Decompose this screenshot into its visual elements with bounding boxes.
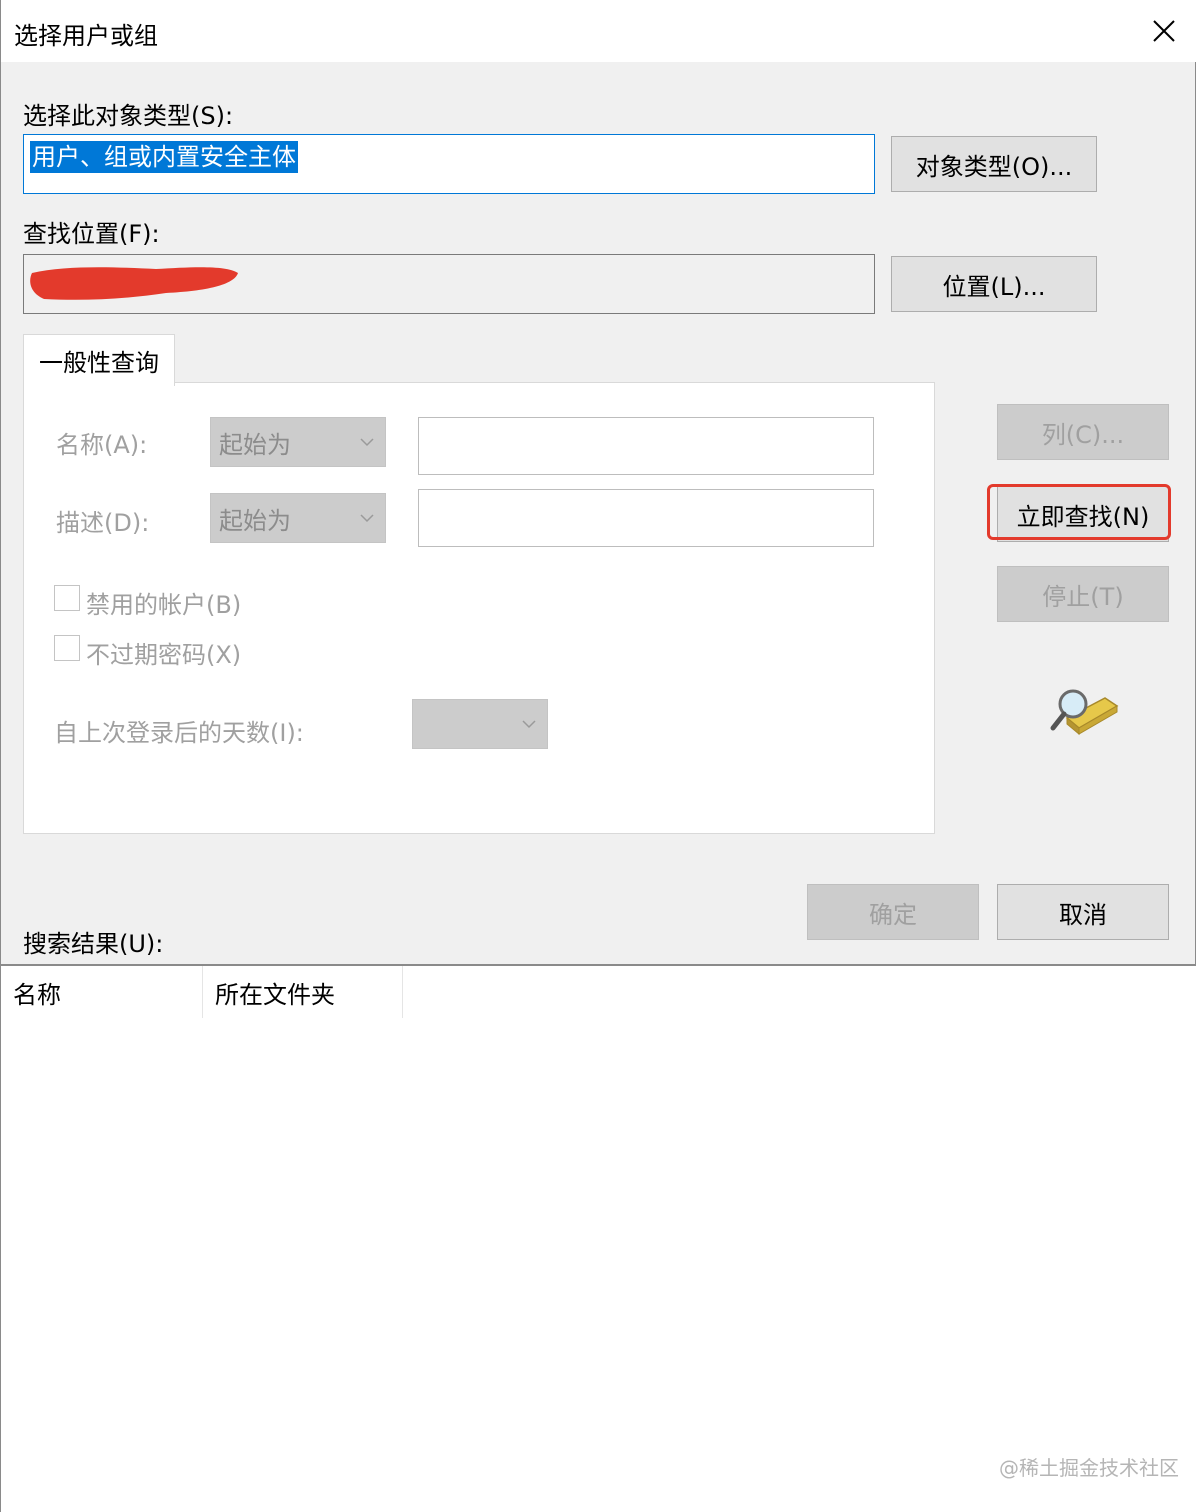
disabled-accounts-checkbox[interactable]	[54, 585, 80, 611]
window-title: 选择用户或组	[14, 22, 158, 50]
search-directory-icon	[1050, 689, 1119, 736]
name-match-select[interactable]: 起始为	[210, 417, 386, 467]
close-button[interactable]	[1141, 10, 1187, 52]
non-expiring-password-label: 不过期密码(X)	[86, 641, 242, 669]
search-results-label: 搜索结果(U):	[23, 930, 164, 958]
redaction-mark	[30, 267, 238, 300]
title-bar: 选择用户或组	[1, 0, 1196, 62]
common-queries-panel: 名称(A): 起始为 描述(D): 起始为 禁用的帐户(B) 不过期密码(X) …	[23, 382, 935, 834]
stop-button[interactable]: 停止(T)	[997, 566, 1169, 622]
name-input[interactable]	[418, 417, 874, 475]
search-results-list[interactable]: 名称 所在文件夹	[1, 964, 1196, 1512]
column-header-folder[interactable]: 所在文件夹	[203, 966, 403, 1018]
name-label: 名称(A):	[56, 431, 148, 459]
description-match-value: 起始为	[219, 506, 291, 535]
object-type-value: 用户、组或内置安全主体	[30, 141, 298, 173]
object-type-label: 选择此对象类型(S):	[23, 102, 234, 130]
description-match-select[interactable]: 起始为	[210, 493, 386, 543]
watermark-text: @稀土掘金技术社区	[999, 1456, 1179, 1480]
select-users-dialog: 选择用户或组 选择此对象类型(S): 用户、组或内置安全主体 对象类型(O)..…	[0, 0, 1196, 1512]
object-types-button[interactable]: 对象类型(O)...	[891, 136, 1097, 192]
days-since-logon-label: 自上次登录后的天数(I):	[54, 719, 304, 747]
column-header-name[interactable]: 名称	[1, 966, 203, 1018]
chevron-down-icon	[360, 438, 374, 447]
location-field[interactable]	[23, 254, 875, 314]
cancel-button[interactable]: 取消	[997, 884, 1169, 940]
disabled-accounts-label: 禁用的帐户(B)	[86, 591, 242, 619]
non-expiring-password-checkbox[interactable]	[54, 635, 80, 661]
chevron-down-icon	[522, 720, 536, 729]
close-icon	[1153, 20, 1175, 42]
description-label: 描述(D):	[56, 509, 150, 537]
locations-button[interactable]: 位置(L)...	[891, 256, 1097, 312]
ok-button[interactable]: 确定	[807, 884, 979, 940]
object-type-field[interactable]: 用户、组或内置安全主体	[23, 134, 875, 194]
columns-button[interactable]: 列(C)...	[997, 404, 1169, 460]
name-match-value: 起始为	[219, 430, 291, 459]
find-now-button[interactable]: 立即查找(N)	[997, 486, 1169, 542]
description-input[interactable]	[418, 489, 874, 547]
location-label: 查找位置(F):	[23, 220, 160, 248]
days-since-logon-select[interactable]	[412, 699, 548, 749]
tab-common-queries[interactable]: 一般性查询	[23, 334, 175, 386]
chevron-down-icon	[360, 514, 374, 523]
